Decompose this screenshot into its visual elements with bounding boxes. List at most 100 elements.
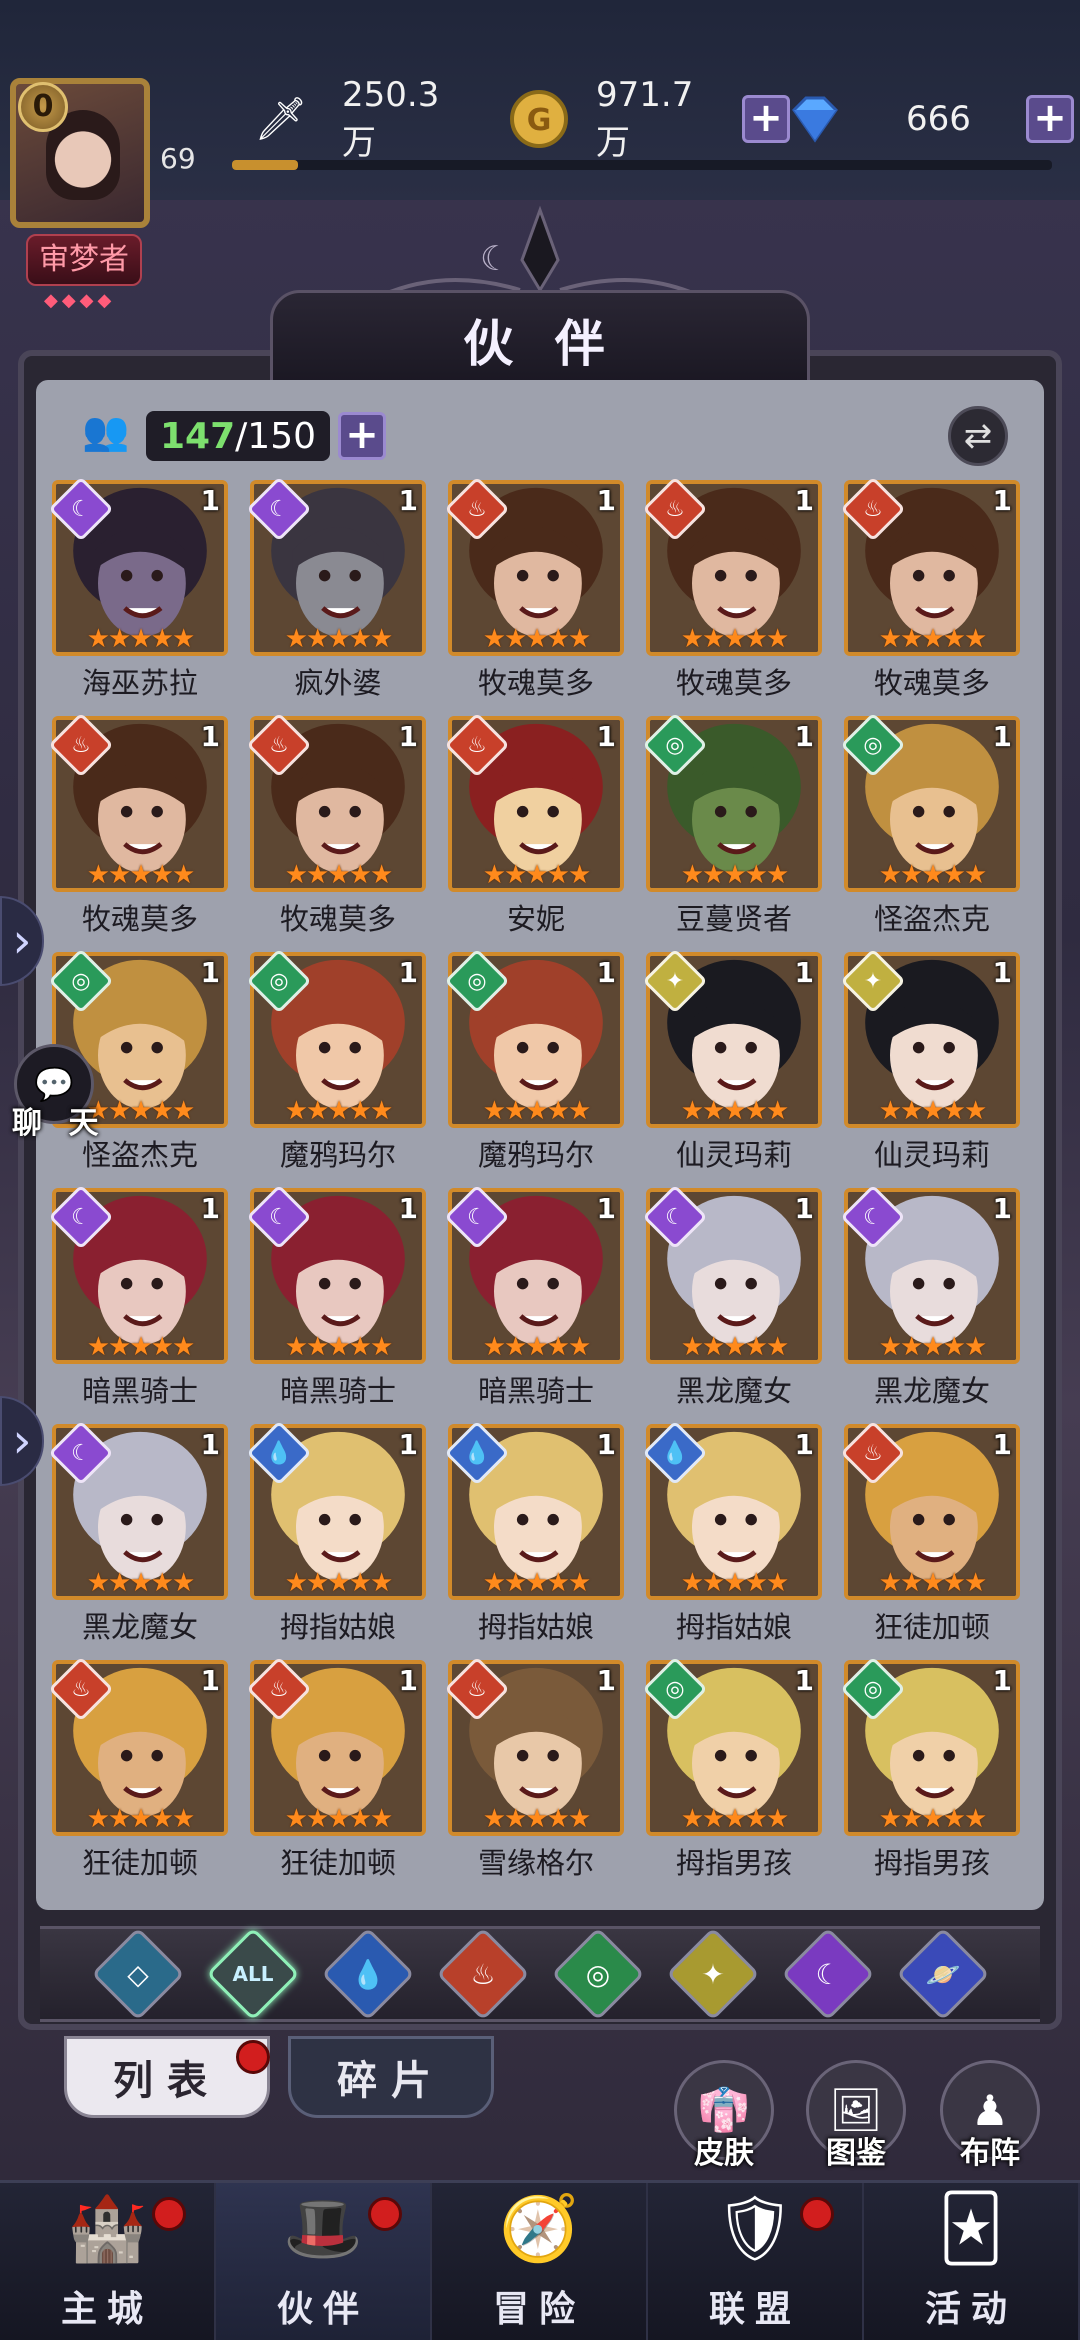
partner-card[interactable]: ★★★★★ ◎ 1 魔鸦玛尔 <box>444 948 624 1172</box>
partner-card[interactable]: ★★★★★ ☾ 1 疯外婆 <box>246 476 426 700</box>
codex-button-label[interactable]: 图鉴 <box>796 2128 916 2172</box>
element-glyph: ♨ <box>467 732 487 758</box>
nav-notification-dot <box>800 2197 834 2231</box>
partner-card[interactable]: ★★★★★ ✦ 1 仙灵玛莉 <box>840 948 1020 1172</box>
filter-fire-icon[interactable]: ♨ <box>435 1927 530 2021</box>
partner-card[interactable]: ★★★★★ ☾ 1 海巫苏拉 <box>48 476 228 700</box>
partner-level: 1 <box>596 1664 616 1697</box>
partner-name: 雪缘格尔 <box>477 1846 594 1880</box>
nav-item[interactable]: 🃏 活动 <box>864 2183 1080 2340</box>
partner-level: 1 <box>398 1664 418 1697</box>
partners-icon: 👥 <box>82 409 130 453</box>
partner-stars: ★★★★★ <box>284 1332 394 1362</box>
title-badge[interactable]: 审梦者 <box>26 234 142 286</box>
sort-toggle-button[interactable]: ⇄ <box>948 406 1008 466</box>
partner-card[interactable]: ★★★★★ ♨ 1 狂徒加顿 <box>246 1656 426 1880</box>
filter-moon-icon[interactable]: ☾ <box>780 1927 875 2021</box>
partner-level: 1 <box>794 1664 814 1697</box>
nav-item[interactable]: 🛡 联盟 <box>648 2183 864 2340</box>
filter-glyph: ☾ <box>814 1957 841 1991</box>
partner-count: 👥 147/150 + <box>82 408 386 464</box>
filter-water-icon[interactable]: 💧 <box>320 1927 415 2021</box>
partner-level: 1 <box>200 484 220 517</box>
partner-card[interactable]: ★★★★★ ♨ 1 安妮 <box>444 712 624 936</box>
partner-name: 狂徒加顿 <box>279 1846 396 1880</box>
partner-level: 1 <box>992 1192 1012 1225</box>
page-title: 伙 伴 <box>463 314 617 373</box>
partner-card[interactable]: ★★★★★ ♨ 1 牧魂莫多 <box>246 712 426 936</box>
partner-name: 魔鸦玛尔 <box>279 1138 396 1172</box>
expand-slots-button[interactable]: + <box>338 412 386 460</box>
partner-card[interactable]: ★★★★★ ◎ 1 拇指男孩 <box>840 1656 1020 1880</box>
partner-card[interactable]: ★★★★★ ♨ 1 狂徒加顿 <box>48 1656 228 1880</box>
element-glyph: ◎ <box>467 968 487 994</box>
partner-card[interactable]: ★★★★★ ◎ 1 拇指男孩 <box>642 1656 822 1880</box>
add-gold-button[interactable]: + <box>742 95 790 143</box>
partner-level: 1 <box>992 1664 1012 1697</box>
partner-stars: ★★★★★ <box>86 624 196 654</box>
partner-card[interactable]: ★★★★★ ☾ 1 黑龙魔女 <box>840 1184 1020 1408</box>
filter-default-icon[interactable]: ◇ <box>90 1927 185 2021</box>
partner-card[interactable]: ★★★★★ ♨ 1 雪缘格尔 <box>444 1656 624 1880</box>
filter-light-icon[interactable]: ✦ <box>665 1927 760 2021</box>
element-glyph: 💧 <box>463 1440 491 1466</box>
add-diamond-button[interactable]: + <box>1026 95 1074 143</box>
formation-button-label[interactable]: 布阵 <box>930 2128 1050 2172</box>
partner-stars: ★★★★★ <box>482 1568 592 1598</box>
nav-item[interactable]: 🎩 伙伴 <box>216 2183 432 2340</box>
partner-level: 1 <box>200 956 220 989</box>
partner-stars: ★★★★★ <box>482 1096 592 1126</box>
partner-stars: ★★★★★ <box>86 1804 196 1834</box>
nav-item[interactable]: 🧭 冒险 <box>432 2183 648 2340</box>
partner-stars: ★★★★★ <box>878 860 988 890</box>
nav-label: 冒险 <box>492 2288 585 2330</box>
partner-card[interactable]: ★★★★★ ☾ 1 暗黑骑士 <box>48 1184 228 1408</box>
filter-planet-icon[interactable]: 🪐 <box>895 1927 990 2021</box>
partner-card[interactable]: ★★★★★ ◎ 1 魔鸦玛尔 <box>246 948 426 1172</box>
partner-name: 暗黑骑士 <box>81 1374 198 1408</box>
partner-card[interactable]: ★★★★★ ♨ 1 牧魂莫多 <box>48 712 228 936</box>
skin-button-label[interactable]: 皮肤 <box>664 2128 784 2172</box>
partner-card[interactable]: ★★★★★ ☾ 1 暗黑骑士 <box>246 1184 426 1408</box>
partner-stars: ★★★★★ <box>482 860 592 890</box>
partner-stars: ★★★★★ <box>878 1096 988 1126</box>
element-glyph: ♨ <box>863 496 883 522</box>
partner-card[interactable]: ★★★★★ ☾ 1 暗黑骑士 <box>444 1184 624 1408</box>
partner-level: 1 <box>596 956 616 989</box>
partner-level: 1 <box>992 956 1012 989</box>
partner-card[interactable]: ★★★★★ ☾ 1 黑龙魔女 <box>48 1420 228 1644</box>
tab-fragments[interactable]: 碎片 <box>288 2036 494 2118</box>
filter-glyph: ◎ <box>585 1957 610 1991</box>
partner-name: 安妮 <box>506 902 565 936</box>
nav-notification-dot <box>152 2197 186 2231</box>
partner-card[interactable]: ★★★★★ ♨ 1 狂徒加顿 <box>840 1420 1020 1644</box>
element-glyph: ✦ <box>863 968 883 994</box>
nav-item[interactable]: 🏰 主城 <box>0 2183 216 2340</box>
nav-notification-dot <box>368 2197 402 2231</box>
panel-title-plate: 伙 伴 <box>270 290 810 390</box>
filter-all-icon[interactable]: ALL <box>205 1927 300 2021</box>
partner-level: 1 <box>398 484 418 517</box>
partner-card[interactable]: ★★★★★ ◎ 1 怪盗杰克 <box>840 712 1020 936</box>
partner-card[interactable]: ★★★★★ 💧 1 拇指姑娘 <box>246 1420 426 1644</box>
partner-card[interactable]: ★★★★★ ✦ 1 仙灵玛莉 <box>642 948 822 1172</box>
partner-card[interactable]: ★★★★★ 💧 1 拇指姑娘 <box>444 1420 624 1644</box>
partner-stars: ★★★★★ <box>284 860 394 890</box>
power-progress-fill <box>232 160 298 170</box>
partner-card[interactable]: ★★★★★ ♨ 1 牧魂莫多 <box>642 476 822 700</box>
partner-card[interactable]: ★★★★★ ♨ 1 牧魂莫多 <box>840 476 1020 700</box>
partner-card[interactable]: ★★★★★ ♨ 1 牧魂莫多 <box>444 476 624 700</box>
partner-card[interactable]: ★★★★★ ◎ 1 豆蔓贤者 <box>642 712 822 936</box>
diamond-value: 666 <box>906 99 971 139</box>
partner-level: 1 <box>992 720 1012 753</box>
filter-wind-icon[interactable]: ◎ <box>550 1927 645 2021</box>
partner-level: 1 <box>200 1664 220 1697</box>
witch-hat-icon: 🎩 <box>283 2192 363 2266</box>
element-glyph: ◎ <box>863 732 883 758</box>
element-glyph: ♨ <box>71 732 91 758</box>
partner-card[interactable]: ★★★★★ 💧 1 拇指姑娘 <box>642 1420 822 1644</box>
vip-badge[interactable]: 0 <box>18 82 68 132</box>
partner-level: 1 <box>596 484 616 517</box>
compass-icon: 🧭 <box>499 2192 579 2266</box>
partner-card[interactable]: ★★★★★ ☾ 1 黑龙魔女 <box>642 1184 822 1408</box>
